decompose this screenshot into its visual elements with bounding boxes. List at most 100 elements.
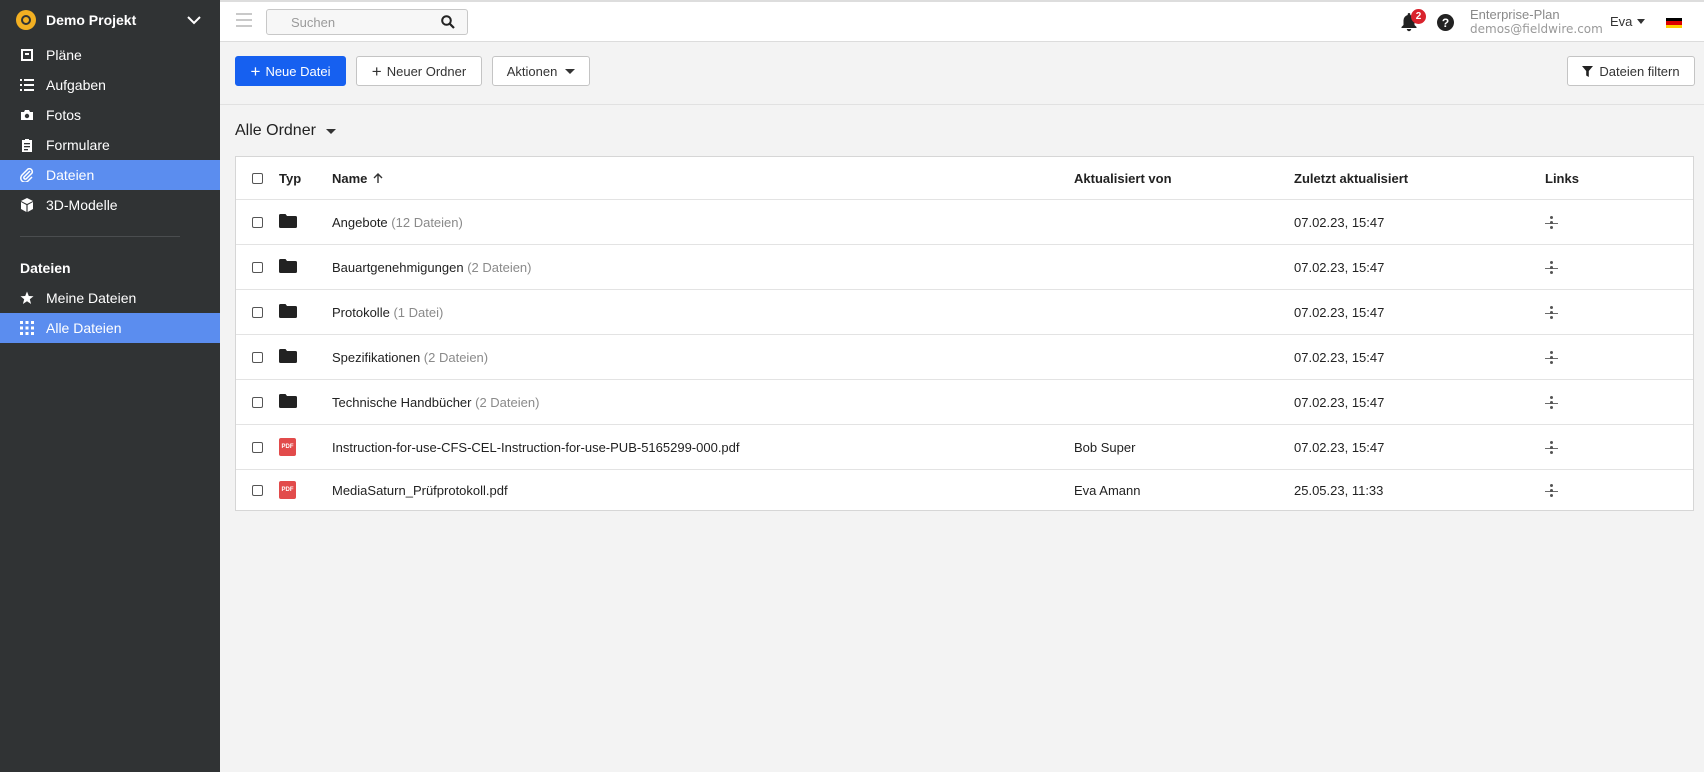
project-logo-icon <box>16 10 36 30</box>
sidebar-item-label: Meine Dateien <box>46 290 137 306</box>
sidebar-item-plaene[interactable]: Pläne <box>0 40 220 70</box>
sort-ascending-icon <box>373 172 383 183</box>
topbar: 2 ? Enterprise-Plan demos@fieldwire.com … <box>220 0 1704 42</box>
sidebar-item-3d-modelle[interactable]: 3D-Modelle <box>0 190 220 220</box>
caret-down-icon <box>325 128 336 134</box>
file-name[interactable]: Bauartgenehmigungen (2 Dateien) <box>332 260 532 275</box>
chevron-down-icon[interactable] <box>184 10 204 30</box>
file-name[interactable]: Angebote (12 Dateien) <box>332 215 463 230</box>
table-row[interactable]: Technische Handbücher (2 Dateien) 07.02.… <box>236 380 1693 425</box>
select-all-checkbox[interactable] <box>252 172 263 184</box>
pdf-file-icon: PDF <box>279 438 296 456</box>
sidebar-item-dateien[interactable]: Dateien <box>0 160 220 190</box>
plans-icon <box>20 48 34 62</box>
list-icon <box>20 78 34 92</box>
help-icon[interactable]: ? <box>1437 14 1454 31</box>
sidebar-item-label: Dateien <box>46 167 95 183</box>
row-count: (2 Dateien) <box>475 394 540 410</box>
plus-icon: + <box>371 61 382 81</box>
table-row[interactable]: Bauartgenehmigungen (2 Dateien) 07.02.23… <box>236 245 1693 290</box>
table-header: Typ Name Aktualisiert von Zuletzt aktual… <box>236 157 1693 200</box>
filter-label: Dateien filtern <box>1599 63 1680 79</box>
row-checkbox[interactable] <box>252 306 263 318</box>
sidebar-item-label: 3D-Modelle <box>46 197 118 213</box>
row-date: 07.02.23, 15:47 <box>1294 304 1385 320</box>
row-name: MediaSaturn_Prüfprotokoll.pdf <box>332 482 508 498</box>
plus-icon: + <box>250 61 261 81</box>
plan-name: Enterprise-Plan <box>1470 7 1560 22</box>
row-checkbox[interactable] <box>252 484 263 496</box>
new-folder-button[interactable]: + Neuer Ordner <box>356 56 482 86</box>
more-options-icon[interactable] <box>1541 212 1561 232</box>
main-nav: Pläne Aufgaben Fotos Formulare Dateien 3… <box>0 40 220 220</box>
grid-icon <box>20 321 34 335</box>
sidebar-item-formulare[interactable]: Formulare <box>0 130 220 160</box>
folder-icon <box>279 303 297 321</box>
table-row[interactable]: PDF Instruction-for-use-CFS-CEL-Instruct… <box>236 425 1693 470</box>
header-updated-by: Aktualisiert von <box>1074 170 1172 186</box>
german-flag-icon[interactable] <box>1666 18 1682 28</box>
files-table: Typ Name Aktualisiert von Zuletzt aktual… <box>235 156 1694 511</box>
files-nav: Meine Dateien Alle Dateien <box>0 283 220 343</box>
more-options-icon[interactable] <box>1541 437 1561 457</box>
sidebar-item-meine-dateien[interactable]: Meine Dateien <box>0 283 220 313</box>
file-name[interactable]: MediaSaturn_Prüfprotokoll.pdf <box>332 483 508 498</box>
clipboard-icon <box>20 138 34 152</box>
file-name[interactable]: Spezifikationen (2 Dateien) <box>332 350 488 365</box>
file-name[interactable]: Instruction-for-use-CFS-CEL-Instruction-… <box>332 440 740 455</box>
table-row[interactable]: PDF MediaSaturn_Prüfprotokoll.pdf Eva Am… <box>236 470 1693 510</box>
header-name[interactable]: Name <box>332 171 383 186</box>
filter-files-button[interactable]: Dateien filtern <box>1567 56 1695 86</box>
file-name[interactable]: Technische Handbücher (2 Dateien) <box>332 395 539 410</box>
more-options-icon[interactable] <box>1541 480 1561 500</box>
table-row[interactable]: Protokolle (1 Datei) 07.02.23, 15:47 — <box>236 290 1693 335</box>
more-options-icon[interactable] <box>1541 302 1561 322</box>
folder-icon <box>279 348 297 366</box>
row-checkbox[interactable] <box>252 441 263 453</box>
row-name: Bauartgenehmigungen <box>332 259 464 275</box>
row-checkbox[interactable] <box>252 261 263 273</box>
plan-email: demos@fieldwire.com <box>1470 22 1603 36</box>
file-name[interactable]: Protokolle (1 Datei) <box>332 305 443 320</box>
folder-icon <box>279 258 297 276</box>
toolbar: + Neue Datei + Neuer Ordner Aktionen Dat… <box>220 42 1704 105</box>
star-icon <box>20 291 34 305</box>
row-updated-by: Bob Super <box>1074 439 1136 455</box>
new-file-button[interactable]: + Neue Datei <box>235 56 346 86</box>
user-name: Eva <box>1610 14 1633 29</box>
more-options-icon[interactable] <box>1541 347 1561 367</box>
folder-selector[interactable]: Alle Ordner <box>235 122 336 140</box>
section-title: Dateien <box>20 260 71 276</box>
sidebar-item-alle-dateien[interactable]: Alle Dateien <box>0 313 220 343</box>
user-menu[interactable]: Eva <box>1610 14 1646 29</box>
filter-icon <box>1582 65 1594 77</box>
row-date: 07.02.23, 15:47 <box>1294 439 1385 455</box>
sidebar-item-fotos[interactable]: Fotos <box>0 100 220 130</box>
caret-down-icon <box>1637 19 1646 24</box>
table-row[interactable]: Angebote (12 Dateien) 07.02.23, 15:47 — <box>236 200 1693 245</box>
more-options-icon[interactable] <box>1541 392 1561 412</box>
header-last-updated: Zuletzt aktualisiert <box>1294 170 1409 186</box>
actions-label: Aktionen <box>506 63 558 79</box>
row-date: 25.05.23, 11:33 <box>1294 482 1384 498</box>
row-checkbox[interactable] <box>252 351 263 363</box>
row-date: 07.02.23, 15:47 <box>1294 349 1385 365</box>
search-input[interactable] <box>267 10 451 34</box>
sidebar-item-label: Fotos <box>46 107 82 123</box>
more-options-icon[interactable] <box>1541 257 1561 277</box>
row-count: (2 Dateien) <box>467 259 532 275</box>
paperclip-icon <box>20 168 34 182</box>
row-updated-by: Eva Amann <box>1074 482 1141 498</box>
project-switcher[interactable]: Demo Projekt <box>0 0 220 40</box>
cube-icon <box>20 198 34 212</box>
table-row[interactable]: Spezifikationen (2 Dateien) 07.02.23, 15… <box>236 335 1693 380</box>
actions-dropdown[interactable]: Aktionen <box>492 56 590 86</box>
row-checkbox[interactable] <box>252 396 263 408</box>
row-date: 07.02.23, 15:47 <box>1294 214 1385 230</box>
project-title: Demo Projekt <box>46 12 137 28</box>
search-icon[interactable] <box>441 15 455 29</box>
hamburger-icon[interactable] <box>236 13 252 27</box>
row-checkbox[interactable] <box>252 216 263 228</box>
sidebar-item-aufgaben[interactable]: Aufgaben <box>0 70 220 100</box>
sidebar-item-label: Pläne <box>46 47 82 63</box>
